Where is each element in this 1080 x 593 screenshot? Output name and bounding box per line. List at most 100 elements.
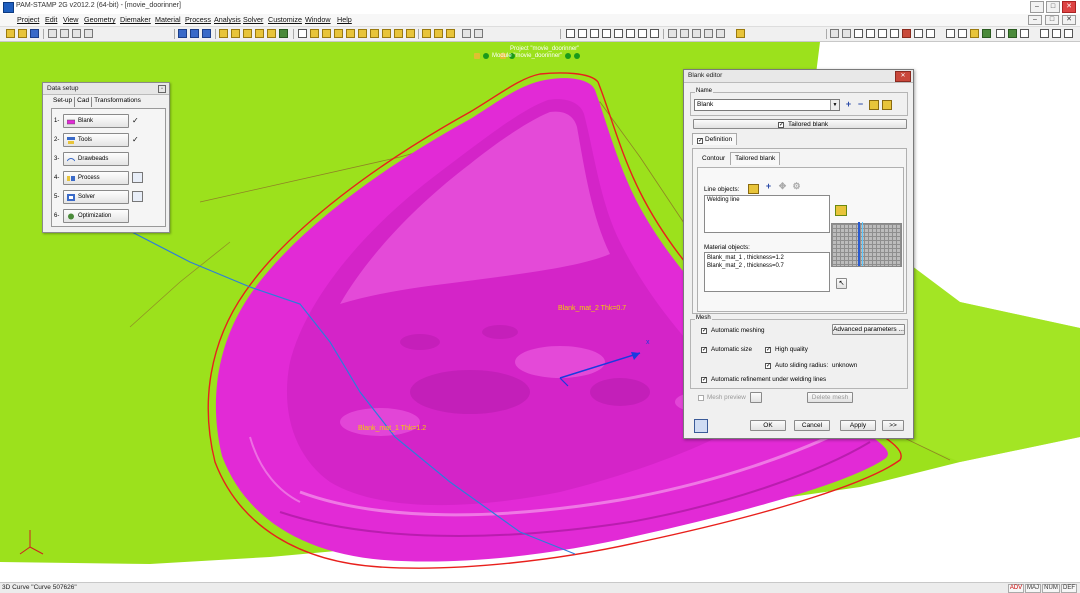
view-icon-4[interactable] xyxy=(704,29,713,38)
menu-help[interactable]: Help xyxy=(337,15,352,24)
blank-name-select[interactable]: Blank ▼ xyxy=(694,99,840,111)
view-icon-1[interactable] xyxy=(668,29,677,38)
view-iso-icon[interactable] xyxy=(926,29,935,38)
list-item[interactable]: Blank_mat_1 , thickness=1.2 xyxy=(707,255,784,261)
line-objects-list[interactable]: Welding line xyxy=(704,195,830,233)
cancel-button[interactable]: Cancel xyxy=(794,420,830,431)
tools-button[interactable]: Tools xyxy=(63,133,129,147)
display-icon-1[interactable] xyxy=(996,29,1005,38)
minimize-button[interactable]: – xyxy=(1030,1,1044,13)
curve-icon[interactable] xyxy=(638,29,647,38)
tab-contour[interactable]: Contour xyxy=(697,152,730,165)
text-icon[interactable] xyxy=(566,29,575,38)
line-object-edit-icon[interactable]: ⚙ xyxy=(792,182,801,191)
view-icon-3[interactable] xyxy=(692,29,701,38)
view-icon-2[interactable] xyxy=(680,29,689,38)
material-objects-list[interactable]: Blank_mat_1 , thickness=1.2 Blank_mat_2 … xyxy=(704,252,830,292)
surface-icon-1[interactable] xyxy=(219,29,228,38)
high-quality-checkbox[interactable]: ✓ xyxy=(765,347,771,353)
blank-editor-close-button[interactable]: ✕ xyxy=(895,71,911,82)
open-folder-icon[interactable] xyxy=(18,29,27,38)
menu-diemaker[interactable]: Diemaker xyxy=(120,15,151,24)
tool-icon-6[interactable] xyxy=(358,29,367,38)
circle-icon[interactable] xyxy=(602,29,611,38)
menu-project[interactable]: Project xyxy=(17,15,39,24)
view-icon-5[interactable] xyxy=(716,29,725,38)
help-book-icon[interactable] xyxy=(694,419,708,433)
layout-icon[interactable] xyxy=(48,29,57,38)
pointer-icon[interactable] xyxy=(578,29,587,38)
tool-icon-3[interactable] xyxy=(322,29,331,38)
drawbeads-button[interactable]: Drawbeads xyxy=(63,152,129,166)
tab-definition[interactable]: ✓ Definition xyxy=(692,133,738,145)
blank-editor-titlebar[interactable]: Blank editor ✕ xyxy=(684,70,913,83)
apply-button[interactable]: Apply xyxy=(840,420,876,431)
menu-solver[interactable]: Solver xyxy=(243,15,263,24)
fit-icon[interactable] xyxy=(890,29,899,38)
line-object-tool-icon[interactable] xyxy=(835,205,847,216)
blank-tool-icon[interactable] xyxy=(869,100,879,110)
diamond-icon[interactable] xyxy=(590,29,599,38)
doc-close-button[interactable]: ✕ xyxy=(1062,15,1076,25)
line-object-move-icon[interactable]: ✥ xyxy=(778,182,787,191)
tab-transformations[interactable]: Transformations xyxy=(91,97,143,107)
help-icon[interactable] xyxy=(1040,29,1049,38)
tool-icon-7[interactable] xyxy=(370,29,379,38)
blank-menu-icon[interactable] xyxy=(882,100,892,110)
rotate-icon[interactable] xyxy=(830,29,839,38)
module-refresh-icon[interactable] xyxy=(565,53,572,59)
render-icon-4[interactable] xyxy=(982,29,991,38)
doc-minimize-button[interactable]: – xyxy=(1028,15,1042,25)
module-go-icon[interactable] xyxy=(483,53,489,59)
add-icon[interactable] xyxy=(178,29,187,38)
maximize-button[interactable]: □ xyxy=(1046,1,1060,13)
new-project-icon[interactable] xyxy=(6,29,15,38)
surface-icon-4[interactable] xyxy=(255,29,264,38)
view-icon-6[interactable] xyxy=(736,29,745,38)
render-icon-3[interactable] xyxy=(970,29,979,38)
pin-icon[interactable]: ▫ xyxy=(158,85,166,93)
doc-maximize-button[interactable]: □ xyxy=(1045,15,1059,25)
tool-icon-5[interactable] xyxy=(346,29,355,38)
menu-window[interactable]: Window xyxy=(305,15,331,24)
process-button[interactable]: Process xyxy=(63,171,129,185)
mesh-preview-checkbox[interactable] xyxy=(698,395,704,401)
ok-button[interactable]: OK xyxy=(750,420,786,431)
module-folder-icon[interactable] xyxy=(474,53,480,59)
advanced-parameters-button[interactable]: Advanced parameters ... xyxy=(832,324,905,335)
tab-tailored-blank[interactable]: Tailored blank xyxy=(730,152,781,165)
tool-icon-2[interactable] xyxy=(310,29,319,38)
menu-view[interactable]: View xyxy=(63,15,78,24)
process-options-icon[interactable] xyxy=(132,172,143,183)
display-icon-3[interactable] xyxy=(1020,29,1029,38)
list-item[interactable]: Blank_mat_2 , thickness=0.7 xyxy=(707,263,784,269)
tab-cad[interactable]: Cad xyxy=(74,97,91,107)
pick-icon[interactable] xyxy=(1064,29,1073,38)
view-front-icon[interactable] xyxy=(914,29,923,38)
arrow-icon[interactable] xyxy=(614,29,623,38)
tool-icon-8[interactable] xyxy=(382,29,391,38)
tool-icon-9[interactable] xyxy=(394,29,403,38)
tailored-blank-checkbox[interactable]: ✓ xyxy=(778,122,784,128)
process-icon-3[interactable] xyxy=(446,29,455,38)
pan-icon[interactable] xyxy=(842,29,851,38)
tool-icon-4[interactable] xyxy=(334,29,343,38)
tool-icon-10[interactable] xyxy=(406,29,415,38)
add-blank-icon[interactable]: + xyxy=(844,100,853,109)
solver-button[interactable]: Solver xyxy=(63,190,129,204)
menu-process[interactable]: Process xyxy=(185,15,211,24)
zoom-icon[interactable] xyxy=(854,29,863,38)
automatic-refinement-checkbox[interactable]: ✓ xyxy=(701,377,707,383)
menu-customize[interactable]: Customize xyxy=(268,15,302,24)
menu-geometry[interactable]: Geometry xyxy=(84,15,116,24)
surface-icon-2[interactable] xyxy=(231,29,240,38)
zoom-in-icon[interactable] xyxy=(866,29,875,38)
line-object-add-icon[interactable]: + xyxy=(764,182,773,191)
blank-button[interactable]: Blank xyxy=(63,114,129,128)
mesh-preview-refresh-icon[interactable] xyxy=(750,392,762,403)
remove-blank-icon[interactable]: − xyxy=(856,100,865,109)
close-button[interactable]: ✕ xyxy=(1062,1,1076,13)
display-icon-2[interactable] xyxy=(1008,29,1017,38)
window-split-icon[interactable] xyxy=(60,29,69,38)
surface-icon-6[interactable] xyxy=(279,29,288,38)
